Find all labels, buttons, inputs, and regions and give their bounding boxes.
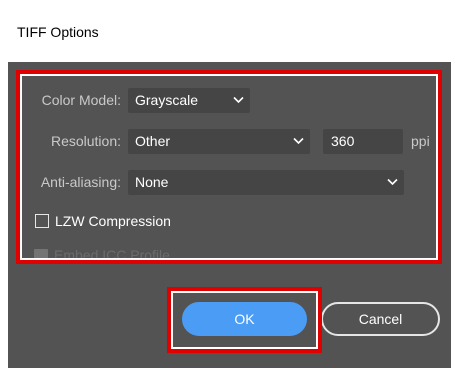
cancel-button[interactable]: Cancel: [321, 302, 440, 336]
options-highlight-frame: [16, 70, 442, 264]
title-bar: TIFF Options: [0, 0, 451, 62]
window-title: TIFF Options: [17, 24, 99, 40]
ok-highlight-frame: [167, 287, 322, 353]
